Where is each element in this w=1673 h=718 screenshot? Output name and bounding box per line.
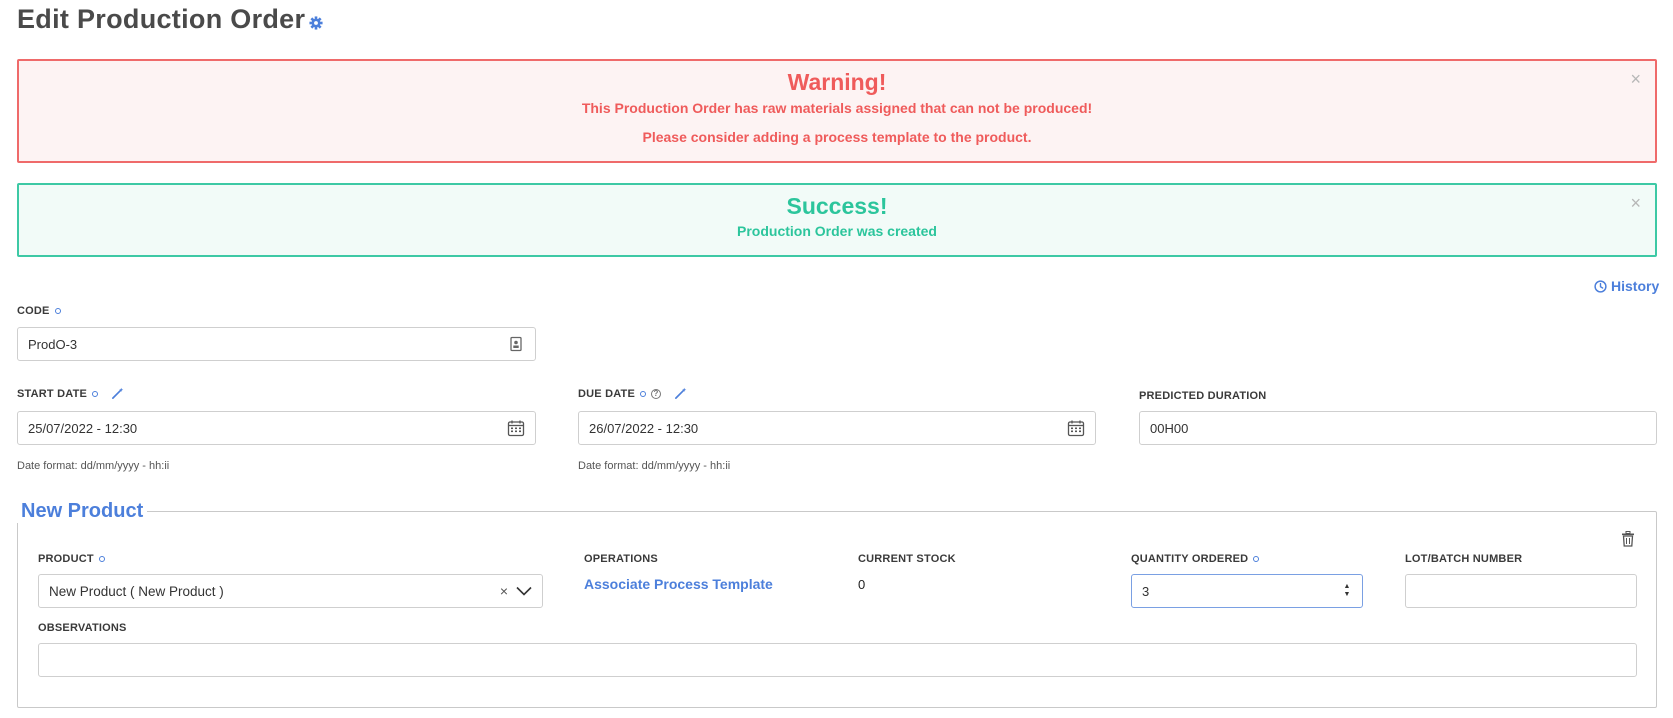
warning-message-2: Please consider adding a process templat… [642,129,1032,145]
predicted-duration-field[interactable]: 00H00 [1139,411,1657,445]
product-legend: New Product [17,500,148,523]
gear-icon[interactable] [309,16,323,30]
required-indicator [640,390,647,397]
current-stock-value: 0 [858,577,866,592]
code-label: CODE [17,305,61,317]
required-indicator [54,308,61,314]
stepper-arrows[interactable]: ▲ ▼ [1342,582,1352,600]
success-heading: Success! [786,193,888,219]
start-date-label: START DATE [17,387,124,400]
clock-icon [1594,279,1607,293]
help-icon[interactable]: ? [651,388,662,399]
start-date-field[interactable]: 25/07/2022 - 12:30 [17,411,536,445]
product-label: PRODUCT [38,553,105,565]
code-field[interactable]: ProdO-3 [17,327,536,361]
id-card-icon[interactable] [507,335,525,353]
success-alert: Success! Production Order was created × [17,183,1657,257]
wand-icon[interactable] [674,387,687,400]
history-link[interactable]: History [1594,278,1659,294]
required-indicator [92,390,99,397]
calendar-icon[interactable] [507,419,525,437]
operations-label: OPERATIONS [584,553,658,565]
wand-icon[interactable] [111,387,124,400]
warning-alert: Warning! This Production Order has raw m… [17,59,1657,163]
clear-icon[interactable]: × [500,583,508,599]
predicted-duration-label: PREDICTED DURATION [1139,390,1267,402]
history-label: History [1611,278,1660,294]
calendar-icon[interactable] [1067,419,1085,437]
quantity-ordered-label: QUANTITY ORDERED [1131,553,1260,565]
warning-heading: Warning! [787,69,887,95]
observations-field[interactable] [38,643,1637,677]
close-icon[interactable]: × [1630,194,1641,212]
chevron-down-icon[interactable] [516,586,532,596]
product-fieldset [17,511,1657,708]
lot-batch-field[interactable] [1405,574,1637,608]
start-date-format-hint: Date format: dd/mm/yyyy - hh:ii [17,460,170,472]
success-message: Production Order was created [737,223,937,239]
observations-label: OBSERVATIONS [38,622,127,634]
trash-icon[interactable] [1621,531,1635,547]
due-date-label: DUE DATE ? [578,387,687,400]
lot-batch-label: LOT/BATCH NUMBER [1405,553,1523,565]
required-indicator [1253,556,1260,562]
warning-message-1: This Production Order has raw materials … [581,100,1093,116]
current-stock-label: CURRENT STOCK [858,553,956,565]
product-select[interactable]: New Product ( New Product ) × [38,574,543,608]
close-icon[interactable]: × [1630,70,1641,88]
due-date-field[interactable]: 26/07/2022 - 12:30 [578,411,1096,445]
required-indicator [98,556,105,562]
due-date-format-hint: Date format: dd/mm/yyyy - hh:ii [578,460,731,472]
quantity-stepper[interactable]: 3 ▲ ▼ [1131,574,1363,608]
associate-process-template-link[interactable]: Associate Process Template [584,576,773,592]
page-title: Edit Production Order [17,4,306,34]
